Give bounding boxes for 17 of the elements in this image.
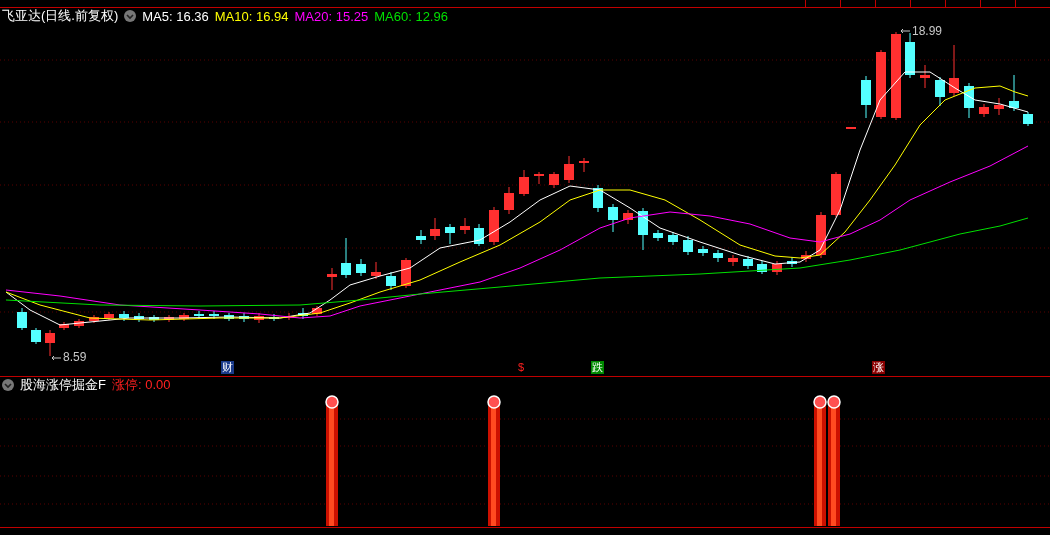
- indicator-title: 股海涨停掘金F: [20, 376, 106, 394]
- high-price-label: 18.99: [912, 24, 943, 38]
- limit-up-reading: 涨停: 0.00: [111, 376, 171, 394]
- stock-title: 飞亚达(日线.前复权): [2, 7, 119, 25]
- rise-event-marker[interactable]: 涨: [872, 361, 885, 374]
- dropdown-icon[interactable]: [2, 379, 14, 391]
- fall-event-marker[interactable]: 跌: [591, 361, 604, 374]
- low-price-label: 8.59: [63, 350, 87, 364]
- moving-average-label: MA20: 15.25: [294, 8, 369, 24]
- moving-average-label: MA5: 16.36: [142, 8, 209, 24]
- moving-average-label: MA10: 16.94: [214, 8, 289, 24]
- dollar-event-marker[interactable]: $: [517, 361, 526, 374]
- finance-event-marker[interactable]: 财: [221, 361, 234, 374]
- arrow-icon: [51, 355, 61, 361]
- moving-average-label: MA60: 12.96: [374, 8, 448, 24]
- arrow-icon: [900, 28, 910, 34]
- dropdown-icon[interactable]: [124, 10, 137, 22]
